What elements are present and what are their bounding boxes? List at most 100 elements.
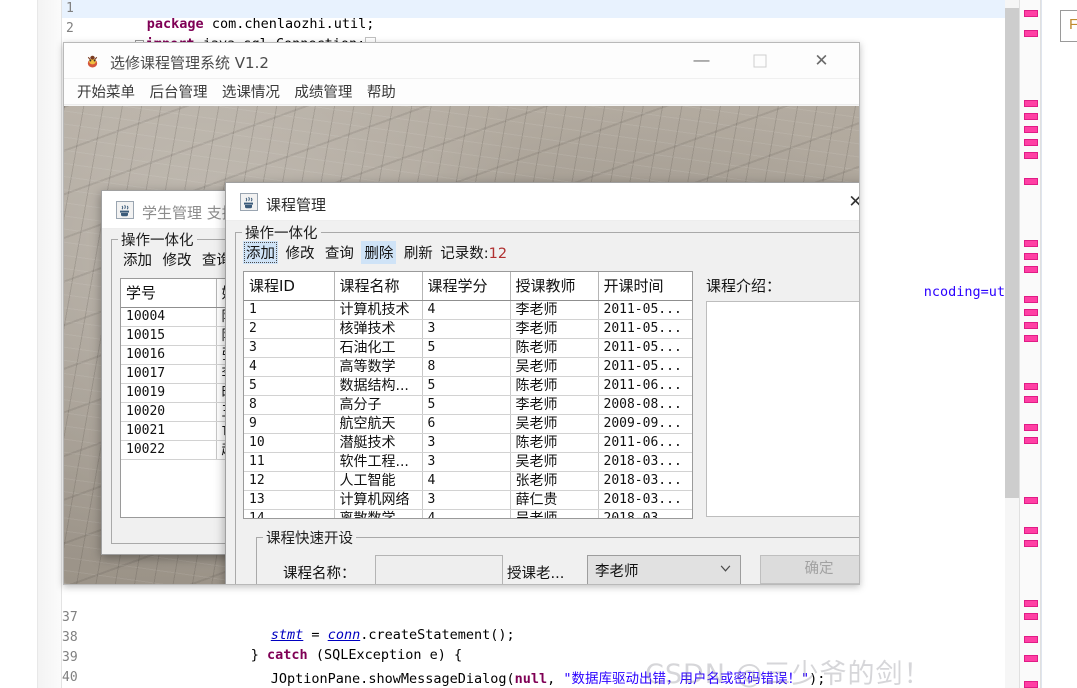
col-course-credit[interactable]: 课程学分 bbox=[422, 272, 511, 301]
editor-marker-column bbox=[38, 0, 98, 688]
maximize-icon bbox=[753, 54, 766, 68]
close-icon: ✕ bbox=[814, 51, 829, 70]
table-row[interactable]: 2 核弹技术 3 李老师 2011-05... bbox=[244, 319, 692, 339]
cell-credit: 3 bbox=[422, 433, 511, 453]
cell-credit: 4 bbox=[422, 471, 511, 491]
cell-id: 11 bbox=[244, 452, 335, 472]
cell-time: 2011-06... bbox=[598, 433, 692, 453]
course-modify-button[interactable]: 修改 bbox=[282, 241, 317, 264]
cell-id: 3 bbox=[244, 338, 335, 358]
cell-credit: 3 bbox=[422, 319, 511, 339]
line-number: 40 bbox=[62, 670, 78, 685]
quick-create-group: 课程快速开设 课程名称： 课程学分： 授课老... 李老师 开课时.. bbox=[256, 527, 859, 584]
table-row[interactable]: 10 潜艇技术 3 陈老师 2011-06... bbox=[244, 433, 692, 453]
java-cup-icon bbox=[116, 201, 134, 219]
course-intro-textarea[interactable] bbox=[706, 301, 859, 517]
editor-scrollbar-thumb[interactable] bbox=[1005, 8, 1019, 498]
table-row[interactable]: 5 数据结构... 5 陈老师 2011-06... bbox=[244, 376, 692, 396]
table-row[interactable]: 4 高等数学 8 吴老师 2011-05... bbox=[244, 357, 692, 377]
menu-item-help[interactable]: 帮助 bbox=[362, 79, 401, 104]
cell-time: 2011-05... bbox=[598, 319, 692, 339]
cell-time: 2011-05... bbox=[598, 300, 692, 320]
line-number: 2 bbox=[66, 21, 74, 36]
table-row[interactable]: 13 计算机网络 3 薛仁贵 2018-03... bbox=[244, 490, 692, 510]
cell-credit: 3 bbox=[422, 490, 511, 510]
table-row[interactable]: 14 离散数学 4 吴老师 2018-03... bbox=[244, 509, 692, 518]
cell-teacher: 吴老师 bbox=[510, 509, 599, 518]
record-count-value: 12 bbox=[488, 246, 508, 262]
course-table-body: 1 计算机技术 4 李老师 2011-05... 2 核弹技术 3 李老师 2011-05...… bbox=[244, 300, 692, 518]
col-course-name[interactable]: 课程名称 bbox=[334, 272, 423, 301]
menu-item-backend[interactable]: 后台管理 bbox=[144, 79, 212, 104]
cell-id: 10016 bbox=[121, 345, 217, 365]
app-titlebar[interactable]: 选修课程管理系统 V1.2 — ✕ bbox=[64, 43, 859, 79]
cell-id: 13 bbox=[244, 490, 335, 510]
course-operations-group: 操作一体化 添加 修改 查询 删除 刷新 记录数:12 课程ID 课程名称 课程… bbox=[235, 222, 859, 584]
col-course-id[interactable]: 课程ID bbox=[244, 272, 335, 301]
menu-item-start[interactable]: 开始菜单 bbox=[72, 79, 140, 104]
col-course-teacher[interactable]: 授课教师 bbox=[510, 272, 599, 301]
student-col-id[interactable]: 学号 bbox=[121, 279, 217, 308]
cell-credit: 6 bbox=[422, 414, 511, 434]
course-intro-label: 课程介绍： bbox=[706, 277, 782, 295]
teacher-select[interactable]: 李老师 bbox=[587, 555, 741, 584]
confirm-button[interactable]: 确定 bbox=[760, 555, 859, 584]
editor-scrollbar[interactable] bbox=[1005, 0, 1019, 688]
table-row[interactable]: 9 航空航天 6 吴老师 2009-09... bbox=[244, 414, 692, 434]
course-table-header: 课程ID 课程名称 课程学分 授课教师 开课时间 bbox=[244, 272, 692, 301]
cell-teacher: 张老师 bbox=[510, 471, 599, 491]
main-application-window[interactable]: 选修课程管理系统 V1.2 — ✕ 开始菜单 后台管理 选课情况 成绩管理 帮助 bbox=[63, 42, 860, 585]
line-number: 1 bbox=[66, 1, 74, 16]
menu-item-selection[interactable]: 选课情况 bbox=[217, 79, 285, 104]
cell-name: 高等数学 bbox=[334, 357, 423, 377]
student-modify-button[interactable]: 修改 bbox=[159, 248, 194, 271]
course-management-window[interactable]: 课程管理 ✕ 操作一体化 添加 修改 查询 删除 刷新 记录数:12 bbox=[225, 182, 859, 584]
cell-id: 9 bbox=[244, 414, 335, 434]
course-refresh-button[interactable]: 刷新 bbox=[401, 241, 436, 264]
course-toolbar[interactable]: 添加 修改 查询 删除 刷新 记录数:12 bbox=[243, 241, 507, 264]
chevron-down-icon bbox=[720, 565, 731, 572]
line-number: 39 bbox=[62, 650, 78, 665]
minimize-button[interactable]: — bbox=[679, 43, 724, 79]
table-row[interactable]: 1 计算机技术 4 李老师 2011-05... bbox=[244, 300, 692, 320]
course-add-button[interactable]: 添加 bbox=[243, 241, 278, 264]
app-menubar[interactable]: 开始菜单 后台管理 选课情况 成绩管理 帮助 bbox=[64, 79, 859, 105]
col-course-time[interactable]: 开课时间 bbox=[598, 272, 692, 301]
course-query-button[interactable]: 查询 bbox=[322, 241, 357, 264]
cell-id: 12 bbox=[244, 471, 335, 491]
cell-time: 2018-03... bbox=[598, 490, 692, 510]
cell-time: 2018-03... bbox=[598, 471, 692, 491]
cell-name: 计算机技术 bbox=[334, 300, 423, 320]
course-window-titlebar[interactable]: 课程管理 ✕ bbox=[226, 183, 859, 221]
filter-box[interactable]: Fi bbox=[1060, 10, 1077, 42]
course-delete-button[interactable]: 删除 bbox=[361, 241, 397, 264]
menu-item-grades[interactable]: 成绩管理 bbox=[289, 79, 357, 104]
editor-right-panel: Fi bbox=[1041, 0, 1077, 688]
cell-name: 计算机网络 bbox=[334, 490, 423, 510]
course-table[interactable]: 课程ID 课程名称 课程学分 授课教师 开课时间 1 计算机技术 4 李老师 2011-… bbox=[243, 271, 693, 519]
course-name-input[interactable] bbox=[375, 555, 503, 584]
cell-id: 10 bbox=[244, 433, 335, 453]
cell-credit: 5 bbox=[422, 376, 511, 396]
cell-name: 高分子 bbox=[334, 395, 423, 415]
table-row[interactable]: 3 石油化工 5 陈老师 2011-05... bbox=[244, 338, 692, 358]
close-button[interactable]: ✕ bbox=[799, 43, 844, 79]
student-toolbar[interactable]: 添加 修改 查询 bbox=[120, 248, 234, 271]
table-row[interactable]: 12 人工智能 4 张老师 2018-03... bbox=[244, 471, 692, 491]
maximize-button[interactable] bbox=[737, 43, 782, 79]
course-window-close-button[interactable]: ✕ bbox=[833, 183, 859, 221]
teacher-label: 授课老... bbox=[507, 566, 565, 582]
cell-name: 人工智能 bbox=[334, 471, 423, 491]
cell-teacher: 吴老师 bbox=[510, 414, 599, 434]
cell-id: 10019 bbox=[121, 383, 217, 403]
table-row[interactable]: 11 软件工程... 3 吴老师 2018-03... bbox=[244, 452, 692, 472]
course-name-label: 课程名称： bbox=[283, 566, 356, 582]
cell-credit: 5 bbox=[422, 395, 511, 415]
table-row[interactable]: 8 高分子 5 李老师 2008-08... bbox=[244, 395, 692, 415]
cell-time: 2018-03... bbox=[598, 509, 692, 518]
cell-id: 5 bbox=[244, 376, 335, 396]
student-add-button[interactable]: 添加 bbox=[120, 248, 155, 271]
java-cup-icon bbox=[240, 193, 258, 211]
cell-teacher: 吴老师 bbox=[510, 357, 599, 377]
editor-overview-ruler[interactable] bbox=[1019, 0, 1041, 688]
